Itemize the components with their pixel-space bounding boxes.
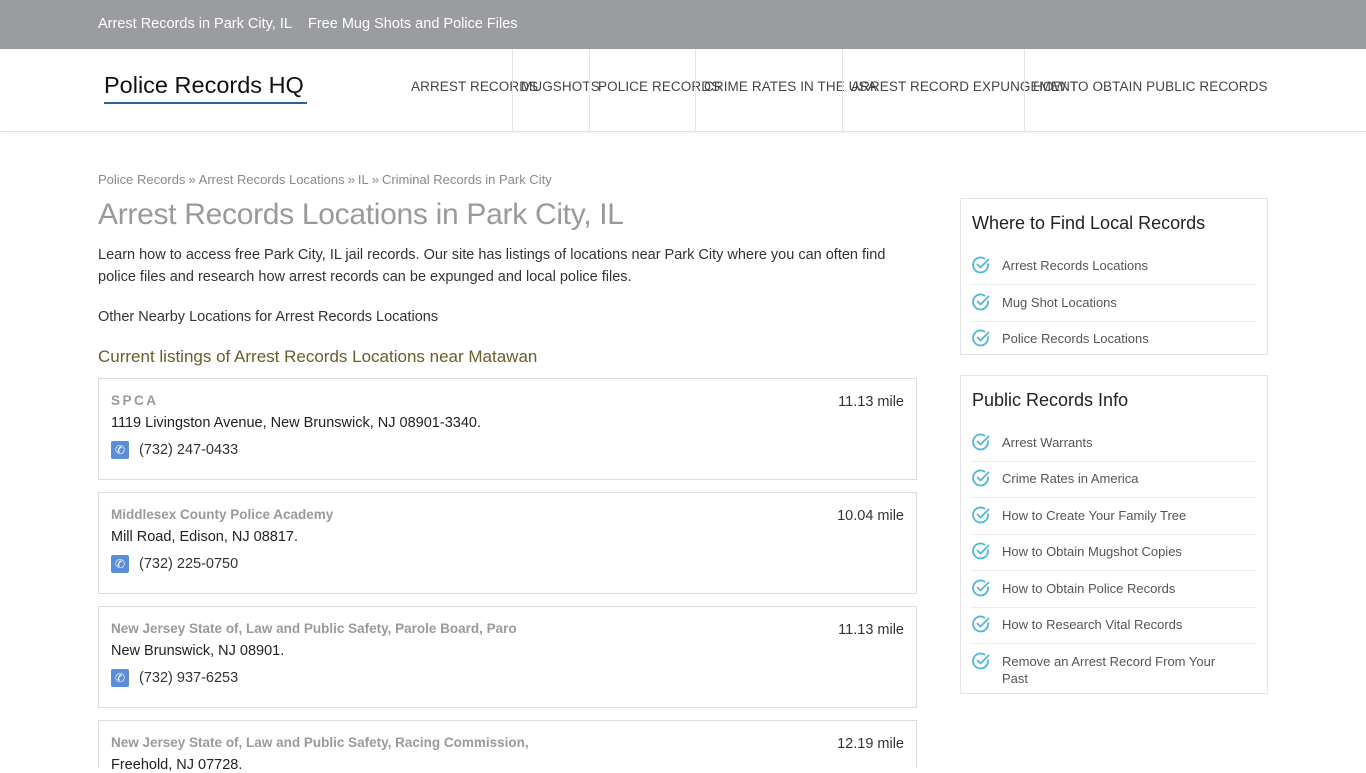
listing-address: 1119 Livingston Avenue, New Brunswick, N… <box>111 415 481 431</box>
sidebar-item-obtain-police-records[interactable]: How to Obtain Police Records <box>971 578 1256 608</box>
sidebar-item-label: Arrest Records Locations <box>1002 258 1148 273</box>
breadcrumb-separator: » <box>188 172 196 187</box>
sidebar-item-label: Arrest Warrants <box>1002 435 1093 450</box>
listing-distance: 11.13 mile <box>838 394 904 410</box>
nav-mugshots[interactable]: MUGSHOTS <box>521 49 600 132</box>
check-circle-icon <box>972 433 990 451</box>
listing-distance: 11.13 mile <box>838 622 904 638</box>
check-circle-icon <box>972 579 990 597</box>
breadcrumb-separator: » <box>371 172 379 187</box>
sidebar-item-label: How to Create Your Family Tree <box>1002 508 1187 523</box>
listing-name[interactable]: Middlesex County Police Academy <box>111 507 333 522</box>
topbar-link-arrest-records[interactable]: Arrest Records in Park City, IL <box>98 16 292 32</box>
sidebar-item-crime-rates[interactable]: Crime Rates in America <box>971 468 1256 498</box>
sidebar-item-label: Mug Shot Locations <box>1002 295 1117 310</box>
sidebar-item-vital-records[interactable]: How to Research Vital Records <box>971 614 1256 644</box>
logo-underline <box>104 102 307 104</box>
breadcrumb: Police Records» Arrest Records Locations»… <box>98 172 552 187</box>
sidebar-item-arrest-records-locations[interactable]: Arrest Records Locations <box>971 255 1256 285</box>
nav-divider <box>842 49 843 132</box>
listing-name[interactable]: New Jersey State of, Law and Public Safe… <box>111 735 529 750</box>
sidebar-item-label: How to Obtain Mugshot Copies <box>1002 544 1182 559</box>
sidebar-item-label: How to Research Vital Records <box>1002 617 1183 632</box>
nav-divider <box>1024 49 1025 132</box>
check-circle-icon <box>972 506 990 524</box>
check-circle-icon <box>972 615 990 633</box>
check-circle-icon <box>972 469 990 487</box>
listings-heading: Current listings of Arrest Records Locat… <box>98 347 538 366</box>
listing-phone[interactable]: (732) 937-6253 <box>139 670 238 686</box>
phone-icon: ✆ <box>111 441 129 459</box>
sidebar-item-remove-arrest-record[interactable]: Remove an Arrest Record From Your Past <box>971 651 1256 689</box>
sidebar-item-police-records-locations[interactable]: Police Records Locations <box>971 328 1256 352</box>
sidebar-info-title: Public Records Info <box>972 390 1129 410</box>
site-logo[interactable]: Police Records HQ <box>104 72 304 99</box>
check-circle-icon <box>972 293 990 311</box>
sidebar-item-arrest-warrants[interactable]: Arrest Warrants <box>971 432 1256 462</box>
sidebar-item-mug-shot-locations[interactable]: Mug Shot Locations <box>971 292 1256 322</box>
listing-card: Middlesex County Police Academy 10.04 mi… <box>98 492 917 594</box>
sidebar-item-label: Crime Rates in America <box>1002 471 1139 486</box>
listing-name[interactable]: New Jersey State of, Law and Public Safe… <box>111 621 517 636</box>
phone-icon: ✆ <box>111 555 129 573</box>
listing-phone[interactable]: (732) 247-0433 <box>139 442 238 458</box>
top-bar: Arrest Records in Park City, IL Free Mug… <box>0 0 1366 49</box>
listing-phone[interactable]: (732) 225-0750 <box>139 556 238 572</box>
site-header: Police Records HQ ARREST RECORDS MUGSHOT… <box>0 49 1366 132</box>
breadcrumb-arrest-records-locations[interactable]: Arrest Records Locations <box>199 172 345 187</box>
check-circle-icon <box>972 542 990 560</box>
intro-text: Learn how to access free Park City, IL j… <box>98 247 886 285</box>
nav-divider <box>695 49 696 132</box>
nav-arrest-records[interactable]: ARREST RECORDS <box>411 49 538 132</box>
listing-distance: 12.19 mile <box>837 736 904 752</box>
check-circle-icon <box>972 256 990 274</box>
phone-icon: ✆ <box>111 669 129 687</box>
page-title: Arrest Records Locations in Park City, I… <box>98 198 624 231</box>
topbar-link-mug-shots[interactable]: Free Mug Shots and Police Files <box>308 16 518 32</box>
sidebar-item-mugshot-copies[interactable]: How to Obtain Mugshot Copies <box>971 541 1256 571</box>
breadcrumb-il[interactable]: IL <box>358 172 369 187</box>
listing-address: New Brunswick, NJ 08901. <box>111 643 285 659</box>
check-circle-icon <box>972 329 990 347</box>
nav-divider <box>512 49 513 132</box>
breadcrumb-separator: » <box>347 172 355 187</box>
listing-card: New Jersey State of, Law and Public Safe… <box>98 606 917 708</box>
listing-name[interactable]: SPCA <box>111 393 159 408</box>
listing-address: Freehold, NJ 07728. <box>111 757 243 773</box>
sidebar-item-family-tree[interactable]: How to Create Your Family Tree <box>971 505 1256 535</box>
sidebar-item-label: Remove an Arrest Record From Your Past <box>1002 654 1216 686</box>
listing-card: SPCA 11.13 mile 1119 Livingston Avenue, … <box>98 378 917 480</box>
breadcrumb-police-records[interactable]: Police Records <box>98 172 185 187</box>
nearby-locations-text: Other Nearby Locations for Arrest Record… <box>98 309 439 325</box>
nav-police-records[interactable]: POLICE RECORDS <box>598 49 720 132</box>
sidebar-public-records-info: Public Records Info Arrest Warrants Crim… <box>960 375 1268 694</box>
sidebar-item-label: Police Records Locations <box>1002 331 1149 346</box>
check-circle-icon <box>972 652 990 670</box>
listing-card: New Jersey State of, Law and Public Safe… <box>98 720 917 773</box>
sidebar-item-label: How to Obtain Police Records <box>1002 581 1176 596</box>
listing-distance: 10.04 mile <box>837 508 904 524</box>
nav-divider <box>589 49 590 132</box>
nav-obtain-public-records[interactable]: HOW TO OBTAIN PUBLIC RECORDS <box>1033 49 1268 132</box>
breadcrumb-criminal-records[interactable]: Criminal Records in Park City <box>382 172 552 187</box>
sidebar-local-title: Where to Find Local Records <box>972 213 1206 233</box>
listing-address: Mill Road, Edison, NJ 08817. <box>111 529 298 545</box>
sidebar-local-records: Where to Find Local Records Arrest Recor… <box>960 198 1268 355</box>
